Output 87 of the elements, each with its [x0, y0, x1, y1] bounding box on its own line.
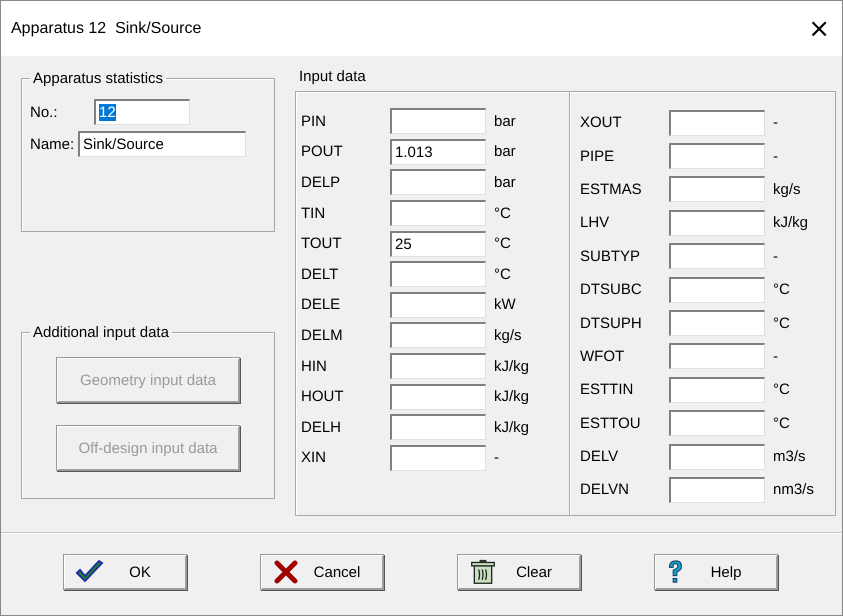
parameter-label: DELM: [301, 326, 344, 344]
dialog-button[interactable]: Help: [654, 554, 778, 590]
input-field[interactable]: [669, 343, 765, 370]
unit-label: nm3/s: [773, 481, 814, 498]
parameter-label: PIN: [301, 112, 328, 130]
unit-label: kJ/kg: [494, 418, 530, 436]
parameter-label: WFOT: [580, 348, 626, 365]
input-field[interactable]: [669, 276, 765, 303]
input-field[interactable]: [390, 414, 486, 440]
unit-label: -: [773, 114, 778, 132]
input-field[interactable]: [669, 210, 765, 236]
unit-label: kJ/kg: [494, 388, 530, 406]
parameter-label: ESTTIN: [580, 381, 634, 398]
parameter-label: SUBTYP: [580, 248, 642, 265]
dialog-button[interactable]: Cancel: [260, 554, 384, 590]
input-field[interactable]: [390, 292, 486, 318]
unit-label: °C: [773, 314, 790, 332]
unit-label: kJ/kg: [494, 358, 530, 375]
input-field[interactable]: [390, 261, 486, 288]
input-field[interactable]: [390, 444, 486, 471]
window-title: Apparatus 12 Sink/Source: [11, 20, 202, 38]
group-title: Apparatus statistics: [32, 70, 164, 87]
input-field[interactable]: [669, 410, 765, 436]
input-field[interactable]: [669, 110, 765, 136]
parameter-label: XOUT: [580, 114, 623, 132]
parameter-label: TIN: [301, 204, 326, 222]
section-title: Input data: [299, 68, 367, 85]
parameter-label: DELVN: [580, 481, 630, 498]
input-field[interactable]: [390, 322, 486, 348]
parameter-label: DELV: [580, 448, 620, 466]
input-field[interactable]: [390, 108, 486, 134]
parameter-label: HOUT: [301, 388, 344, 406]
input-field[interactable]: [390, 169, 486, 196]
input-field[interactable]: [669, 243, 765, 270]
close-button[interactable]: ×: [804, 16, 834, 42]
group-title: Additional input data: [32, 324, 170, 341]
input-field[interactable]: [669, 476, 765, 503]
parameter-label: TOUT: [301, 235, 343, 252]
parameter-label: DELP: [301, 174, 342, 191]
unit-label: °C: [494, 235, 511, 252]
input-field[interactable]: 1.013: [390, 138, 486, 165]
field-label: Name:: [30, 136, 76, 152]
unit-label: °C: [494, 266, 511, 283]
dialog-button[interactable]: OK: [63, 554, 187, 590]
input-field[interactable]: [669, 143, 765, 170]
parameter-label: HIN: [301, 358, 328, 375]
unit-label: kg/s: [773, 180, 801, 198]
unit-label: °C: [773, 281, 790, 298]
parameter-label: ESTMAS: [580, 180, 643, 198]
input-field[interactable]: [669, 310, 765, 336]
parameter-label: ESTTOU: [580, 414, 642, 432]
parameter-label: POUT: [301, 143, 344, 160]
unit-label: -: [773, 148, 778, 165]
unit-label: kJ/kg: [773, 214, 808, 232]
unit-label: bar: [494, 112, 516, 130]
input-field[interactable]: Sink/Source: [78, 131, 246, 157]
field-label: No.:: [30, 104, 59, 120]
input-field[interactable]: [669, 444, 765, 470]
unit-label: kW: [494, 296, 516, 314]
unit-label: bar: [494, 143, 516, 160]
input-field[interactable]: [390, 353, 486, 380]
dialog-button[interactable]: Clear: [457, 554, 581, 590]
parameter-label: DTSUBC: [580, 281, 643, 298]
unit-label: -: [494, 449, 499, 466]
parameter-label: DELE: [301, 296, 342, 314]
input-field[interactable]: [390, 200, 486, 226]
unit-label: kg/s: [494, 326, 522, 344]
unit-label: m3/s: [773, 448, 806, 466]
parameter-label: DTSUPH: [580, 314, 643, 332]
parameter-label: PIPE: [580, 148, 616, 165]
parameter-label: DELH: [301, 418, 342, 436]
unit-label: °C: [773, 381, 790, 398]
unit-label: °C: [773, 414, 790, 432]
checkmark-icon: [74, 559, 104, 585]
unit-label: °C: [494, 204, 511, 222]
input-field[interactable]: 12: [94, 99, 190, 125]
input-field[interactable]: 25: [390, 230, 486, 257]
unit-label: -: [773, 248, 778, 265]
unit-label: bar: [494, 174, 516, 191]
input-field[interactable]: [669, 176, 765, 202]
unit-label: -: [773, 348, 778, 365]
parameter-label: XIN: [301, 449, 328, 466]
input-field[interactable]: [669, 376, 765, 403]
trash-can-icon: [468, 559, 498, 585]
input-field[interactable]: [390, 384, 486, 410]
parameter-label: LHV: [580, 214, 610, 232]
parameter-label: DELT: [301, 266, 340, 283]
